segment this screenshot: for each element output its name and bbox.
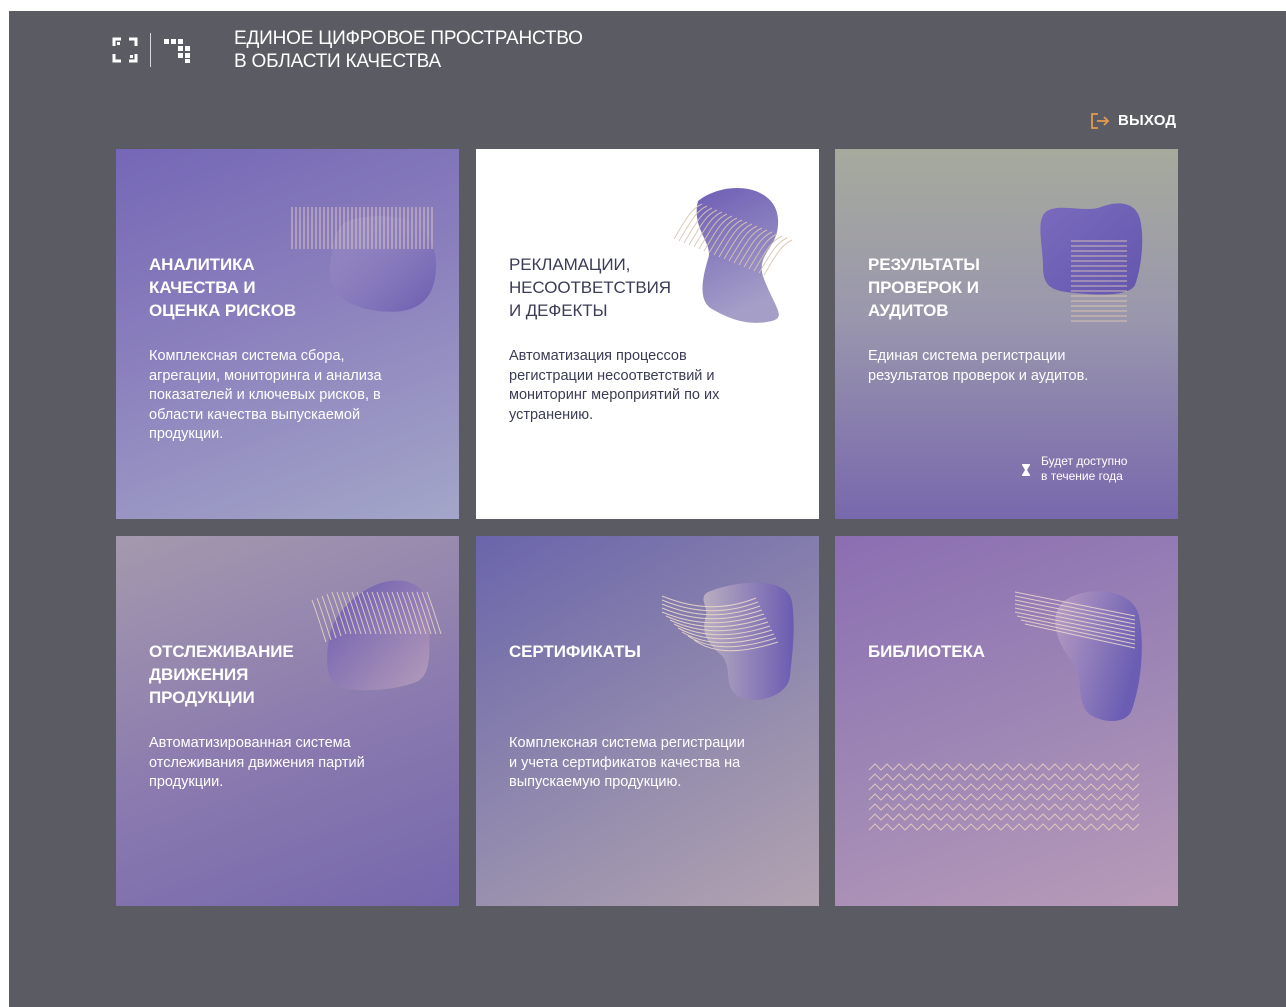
card-description-line: Автоматизированная система [149,735,351,751]
module-card-certificates[interactable]: СЕРТИФИКАТЫ Комплексная система регистра… [476,536,819,906]
card-decoration [311,580,442,691]
badge-text: Будет доступно в течение года [1041,454,1127,484]
hourglass-icon [1022,464,1030,476]
card-title-line: И ДЕФЕКТЫ [509,301,608,320]
card-description-line: и учета сертификатов качества на [509,754,741,771]
logout-label: ВЫХОД [1118,112,1177,129]
card-description: Автоматизация процессов регистрации несо… [509,347,799,425]
card-title-line: ОЦЕНКА РИСКОВ [149,301,297,320]
logout-icon [1091,112,1110,129]
card-title: СЕРТИФИКАТЫ [509,640,641,663]
pixel-logo-icon [164,39,190,63]
badge-line: в течение года [1041,469,1123,483]
title-line-2: В ОБЛАСТИ КАЧЕСТВА [234,51,441,72]
availability-badge: Будет доступно в течение года [1021,454,1127,484]
badge-line: Будет доступно [1041,454,1128,468]
card-description-line: регистрации несоответствий и [509,367,715,384]
card-decoration [868,591,1142,831]
card-title-line: ОТСЛЕЖИВАНИЕ [149,642,294,661]
card-description-line: продукции. [149,426,224,442]
logo [112,33,192,67]
card-title: БИБЛИОТЕКА [868,640,985,663]
card-title-line: ПРОДУКЦИИ [149,688,255,707]
card-title: РЕЗУЛЬТАТЫ ПРОВЕРОК И АУДИТОВ [868,253,980,322]
card-description-line: показателей и ключевых рисков, в [149,387,381,403]
card-title-line: ДВИЖЕНИЯ [149,665,249,684]
app-frame: ЕДИНОЕ ЦИФРОВОЕ ПРОСТРАНСТВО В ОБЛАСТИ К… [9,11,1286,1007]
card-title-line: РЕЗУЛЬТАТЫ [868,255,980,274]
card-description-line: агрегации, мониторинга и анализа [149,367,382,384]
card-title-line: БИБЛИОТЕКА [868,642,985,661]
card-description-line: области качества выпускаемой [149,406,361,423]
module-card-claims[interactable]: РЕКЛАМАЦИИ, НЕСООТВЕТСТВИЯ И ДЕФЕКТЫ Авт… [476,149,819,519]
module-card-tracking[interactable]: ОТСЛЕЖИВАНИЕ ДВИЖЕНИЯ ПРОДУКЦИИ Автомати… [116,536,459,906]
card-description-line: Комплексная система регистрации [509,735,745,751]
card-description-line: продукции. [149,774,224,790]
card-title-line: НЕСООТВЕТСТВИЯ [509,278,671,297]
card-description: Автоматизированная система отслеживания … [149,734,439,793]
card-description-line: отслеживания движения партий [149,754,365,771]
card-title: АНАЛИТИКА КАЧЕСТВА И ОЦЕНКА РИСКОВ [149,253,296,322]
card-description-line: Автоматизация процессов [509,348,687,364]
card-title-line: ПРОВЕРОК И [868,278,979,297]
card-title-line: АУДИТОВ [868,301,949,320]
module-card-audits[interactable]: РЕЗУЛЬТАТЫ ПРОВЕРОК И АУДИТОВ Единая сис… [835,149,1178,519]
logout-button[interactable]: ВЫХОД [1090,112,1176,129]
card-decoration [661,582,794,700]
card-description-line: Единая система регистрации [868,348,1066,364]
card-description-line: мониторинг мероприятий по их [509,387,720,403]
card-description-line: выпускаемую продукцию. [509,774,682,790]
card-title: ОТСЛЕЖИВАНИЕ ДВИЖЕНИЯ ПРОДУКЦИИ [149,640,294,709]
card-title: РЕКЛАМАЦИИ, НЕСООТВЕТСТВИЯ И ДЕФЕКТЫ [509,253,671,322]
card-description: Единая система регистрации результатов п… [868,347,1158,386]
card-title-line: РЕКЛАМАЦИИ, [509,255,631,274]
header: ЕДИНОЕ ЦИФРОВОЕ ПРОСТРАНСТВО В ОБЛАСТИ К… [112,27,583,73]
title-line-1: ЕДИНОЕ ЦИФРОВОЕ ПРОСТРАНСТВО [234,28,583,49]
card-description-line: результатов проверок и аудитов. [868,367,1089,384]
card-decoration [673,188,793,323]
card-decoration [291,207,437,312]
card-title-line: СЕРТИФИКАТЫ [509,642,641,661]
page-title: ЕДИНОЕ ЦИФРОВОЕ ПРОСТРАНСТВО В ОБЛАСТИ К… [234,27,583,73]
module-card-analytics[interactable]: АНАЛИТИКА КАЧЕСТВА И ОЦЕНКА РИСКОВ Компл… [116,149,459,519]
card-description-line: устранению. [509,406,594,423]
card-title-line: АНАЛИТИКА [149,255,255,274]
card-description-line: Комплексная система сбора, [149,348,345,364]
module-card-library[interactable]: БИБЛИОТЕКА [835,536,1178,906]
logo-divider [150,33,151,67]
brackets-logo-icon [112,37,138,63]
card-description: Комплексная система регистрации и учета … [509,734,799,793]
card-description: Комплексная система сбора, агрегации, мо… [149,347,439,445]
card-title-line: КАЧЕСТВА И [149,278,256,297]
